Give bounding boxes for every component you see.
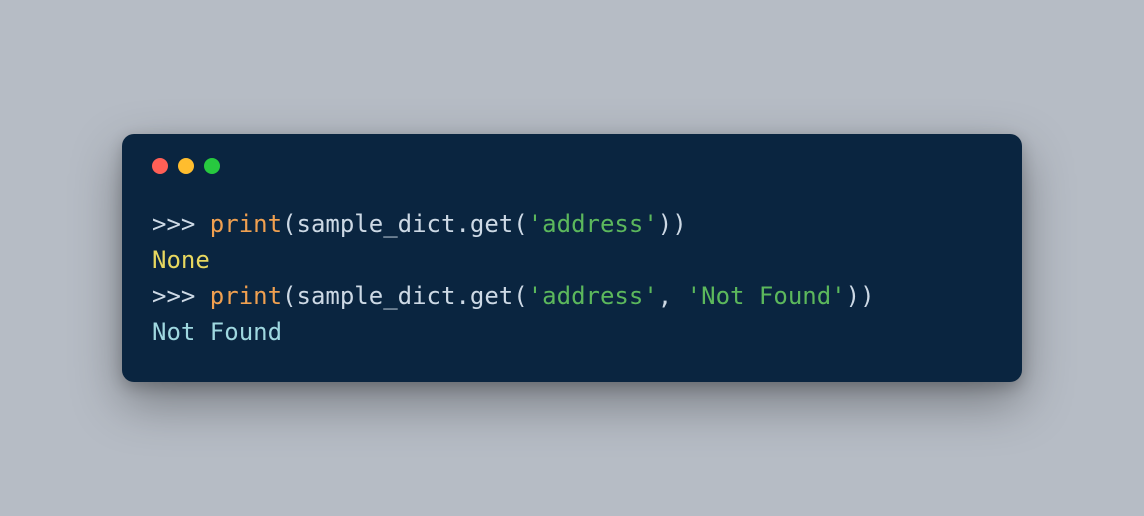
paren: ) bbox=[672, 210, 686, 238]
builtin-func: print bbox=[210, 210, 282, 238]
paren: ( bbox=[282, 282, 296, 310]
comma: , bbox=[658, 282, 687, 310]
dot: . bbox=[455, 282, 469, 310]
paren: ( bbox=[513, 210, 527, 238]
repl-output: Not Found bbox=[152, 318, 282, 346]
repl-prompt: >>> bbox=[152, 210, 210, 238]
minimize-icon[interactable] bbox=[178, 158, 194, 174]
maximize-icon[interactable] bbox=[204, 158, 220, 174]
traffic-lights bbox=[152, 158, 992, 174]
repl-output: None bbox=[152, 246, 210, 274]
terminal-window: >>> print(sample_dict.get('address')) No… bbox=[122, 134, 1022, 382]
dot: . bbox=[455, 210, 469, 238]
paren: ) bbox=[846, 282, 860, 310]
paren: ) bbox=[658, 210, 672, 238]
method: get bbox=[470, 282, 513, 310]
string-literal: 'address' bbox=[528, 210, 658, 238]
paren: ) bbox=[860, 282, 874, 310]
repl-prompt: >>> bbox=[152, 282, 210, 310]
close-icon[interactable] bbox=[152, 158, 168, 174]
string-literal: 'Not Found' bbox=[687, 282, 846, 310]
code-block: >>> print(sample_dict.get('address')) No… bbox=[152, 206, 992, 350]
identifier: sample_dict bbox=[297, 210, 456, 238]
paren: ( bbox=[282, 210, 296, 238]
builtin-func: print bbox=[210, 282, 282, 310]
paren: ( bbox=[513, 282, 527, 310]
method: get bbox=[470, 210, 513, 238]
string-literal: 'address' bbox=[528, 282, 658, 310]
identifier: sample_dict bbox=[297, 282, 456, 310]
